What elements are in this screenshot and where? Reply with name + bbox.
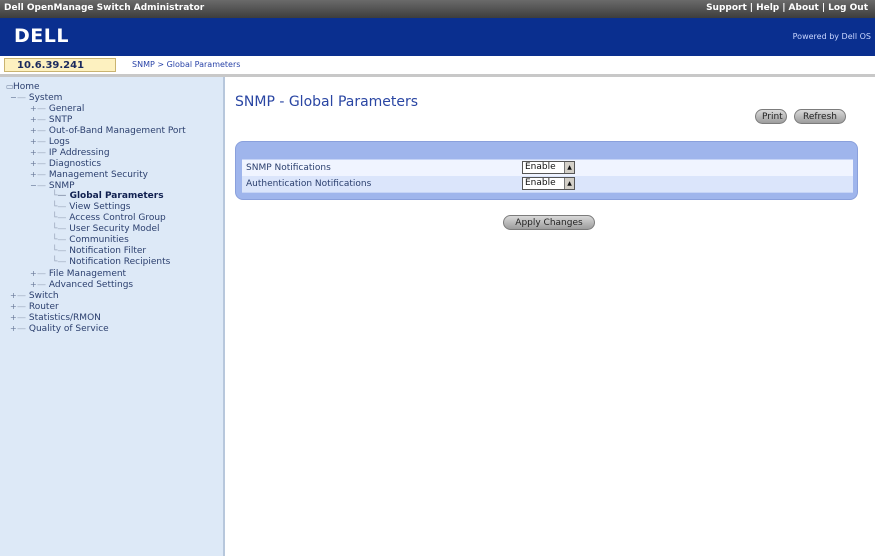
window-title-bar: Dell OpenManage Switch Administrator Sup… [0, 0, 875, 18]
device-ip: 10.6.39.241 [4, 58, 116, 72]
tree-item-diagnostics[interactable]: +— Diagnostics [30, 158, 101, 169]
expand-icon[interactable]: + [30, 279, 37, 290]
expand-icon[interactable]: + [30, 169, 37, 180]
collapse-icon[interactable]: − [30, 180, 37, 191]
tree-item-switch[interactable]: +— Switch [10, 290, 59, 301]
home-icon: ▭ [6, 82, 14, 91]
expand-icon[interactable]: + [30, 114, 37, 125]
page-title: SNMP - Global Parameters [235, 94, 419, 110]
tree-item-sntp[interactable]: +— SNTP [30, 114, 72, 125]
snmp-notifications-select[interactable]: Enable ▲ [522, 161, 575, 174]
dell-logo: DELL [14, 25, 69, 47]
header-links: Support | Help | About | Log Out [703, 3, 871, 13]
tree-item-quality-of-service[interactable]: +— Quality of Service [10, 323, 109, 334]
expand-icon[interactable]: + [30, 125, 37, 136]
expand-icon[interactable]: + [30, 268, 37, 279]
expand-icon[interactable]: + [30, 147, 37, 158]
apply-changes-button[interactable]: Apply Changes [503, 215, 595, 230]
tree-item-advanced-settings[interactable]: +— Advanced Settings [30, 279, 133, 290]
tree-item-logs[interactable]: +— Logs [30, 136, 70, 147]
tree-item-access-control-group[interactable]: └— Access Control Group [52, 213, 166, 224]
main-content: SNMP - Global Parameters Print Refresh S… [225, 77, 875, 556]
about-link[interactable]: About [786, 3, 822, 13]
tree-item-global-parameters[interactable]: └— Global Parameters [52, 191, 164, 202]
header-banner: DELL Powered by Dell OS [0, 18, 875, 56]
authentication-notifications-select[interactable]: Enable ▲ [522, 177, 575, 190]
breadcrumb: SNMP > Global Parameters [132, 60, 241, 69]
dropdown-arrow-icon[interactable]: ▲ [564, 178, 574, 189]
tree-item-snmp[interactable]: −— SNMP [30, 180, 75, 191]
table-row: SNMP Notifications Enable ▲ [242, 160, 853, 176]
expand-icon[interactable]: + [30, 158, 37, 169]
tree-item-user-security-model[interactable]: └— User Security Model [52, 224, 160, 235]
collapse-icon[interactable]: − [10, 92, 17, 103]
context-strip: 10.6.39.241 SNMP > Global Parameters [0, 56, 875, 77]
tree-item-statistics-rmon[interactable]: +— Statistics/RMON [10, 312, 101, 323]
tree-item-system[interactable]: −— System [10, 92, 62, 103]
authentication-notifications-value: Enable [525, 178, 556, 188]
expand-icon[interactable]: + [10, 301, 17, 312]
expand-icon[interactable]: + [10, 323, 17, 334]
tree-item-home[interactable]: ▭Home [6, 81, 40, 92]
table-row: Authentication Notifications Enable ▲ [242, 176, 853, 192]
print-button[interactable]: Print [755, 109, 787, 124]
support-link[interactable]: Support [703, 3, 750, 13]
refresh-button[interactable]: Refresh [794, 109, 846, 124]
expand-icon[interactable]: + [30, 103, 37, 114]
expand-icon[interactable]: + [30, 136, 37, 147]
snmp-notifications-label: SNMP Notifications [246, 163, 331, 173]
expand-icon[interactable]: + [10, 290, 17, 301]
app-title: Dell OpenManage Switch Administrator [4, 3, 205, 13]
powered-by-text: Powered by Dell OS [792, 32, 871, 41]
help-link[interactable]: Help [753, 3, 782, 13]
tree-item-general[interactable]: +— General [30, 103, 84, 114]
tree-item-notification-filter[interactable]: └— Notification Filter [52, 246, 146, 257]
navigation-sidebar: ▭Home −— System +— General +— SNTP +— Ou… [0, 77, 225, 556]
tree-item-notification-recipients[interactable]: └— Notification Recipients [52, 257, 170, 268]
tree-item-router[interactable]: +— Router [10, 301, 59, 312]
tree-item-file-management[interactable]: +— File Management [30, 268, 126, 279]
expand-icon[interactable]: + [10, 312, 17, 323]
dropdown-arrow-icon[interactable]: ▲ [564, 162, 574, 173]
tree-item-management-security[interactable]: +— Management Security [30, 169, 148, 180]
snmp-notifications-value: Enable [525, 162, 556, 172]
parameters-table: SNMP Notifications Enable ▲ Authenticati… [242, 159, 853, 193]
tree-item-ip-addressing[interactable]: +— IP Addressing [30, 147, 110, 158]
tree-item-oob-port[interactable]: +— Out-of-Band Management Port [30, 125, 186, 136]
authentication-notifications-label: Authentication Notifications [246, 179, 372, 189]
log-out-link[interactable]: Log Out [825, 3, 871, 13]
tree-item-view-settings[interactable]: └— View Settings [52, 202, 130, 213]
tree-item-communities[interactable]: └— Communities [52, 235, 129, 246]
global-parameters-panel: SNMP Notifications Enable ▲ Authenticati… [235, 141, 858, 200]
